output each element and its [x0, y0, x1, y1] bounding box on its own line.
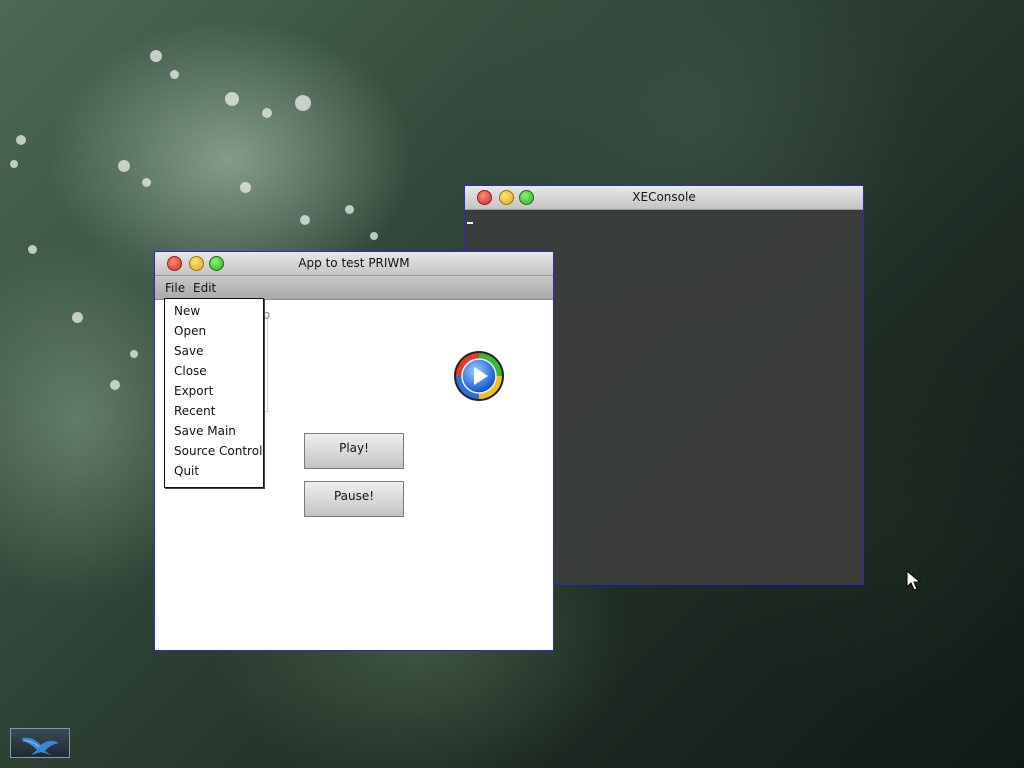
console-title: XEConsole	[632, 190, 696, 204]
menu-item-open[interactable]: Open	[174, 324, 206, 338]
menu-item-export[interactable]: Export	[174, 384, 213, 398]
media-player-icon[interactable]	[453, 350, 505, 402]
menu-item-new[interactable]: New	[174, 304, 200, 318]
start-button[interactable]	[10, 728, 70, 758]
play-button[interactable]: Play!	[304, 433, 404, 469]
menu-bar: File Edit	[155, 276, 553, 300]
menu-item-save[interactable]: Save	[174, 344, 203, 358]
bird-logo-icon	[21, 737, 59, 755]
mouse-pointer-icon	[906, 570, 922, 591]
menu-item-recent[interactable]: Recent	[174, 404, 215, 418]
console-titlebar[interactable]: XEConsole	[465, 186, 863, 210]
pause-button[interactable]: Pause!	[304, 481, 404, 517]
menu-item-close[interactable]: Close	[174, 364, 207, 378]
app-window[interactable]: App to test PRIWM File Edit up Play! Pau…	[154, 251, 554, 651]
file-menu-dropdown: New Open Save Close Export Recent Save M…	[164, 298, 264, 488]
menu-item-save-main[interactable]: Save Main	[174, 424, 236, 438]
app-titlebar[interactable]: App to test PRIWM	[155, 252, 553, 276]
menu-item-source-control[interactable]: Source Control	[174, 444, 262, 458]
app-title: App to test PRIWM	[298, 256, 410, 270]
menu-item-quit[interactable]: Quit	[174, 464, 199, 478]
menu-file[interactable]: File	[165, 281, 185, 295]
menu-edit[interactable]: Edit	[193, 281, 216, 295]
text-cursor	[467, 222, 473, 224]
